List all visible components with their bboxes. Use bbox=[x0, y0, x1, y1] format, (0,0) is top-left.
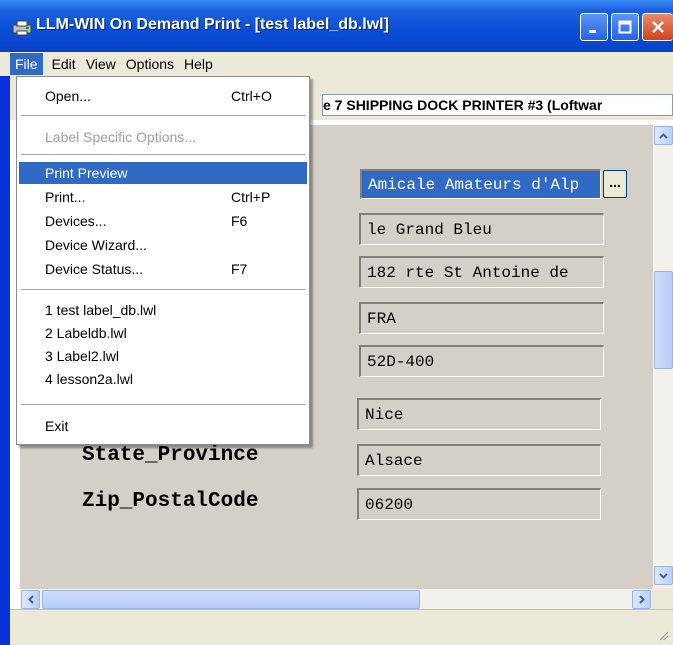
menu-item-recent-4[interactable]: 4 lesson2a.lwl bbox=[19, 368, 307, 390]
field-address-1[interactable]: le Grand Bleu bbox=[359, 213, 604, 245]
chevron-left-icon bbox=[27, 595, 34, 604]
field-state-province[interactable]: Alsace bbox=[357, 444, 601, 476]
menu-bar: File Edit View Options Help bbox=[0, 52, 673, 76]
chevron-up-icon bbox=[659, 132, 668, 139]
menu-separator bbox=[21, 404, 305, 405]
minimize-button[interactable] bbox=[580, 13, 608, 41]
field-address-2[interactable]: 182 rte St Antoine de bbox=[359, 256, 604, 288]
maximize-button[interactable] bbox=[611, 13, 639, 41]
menu-item-recent-1[interactable]: 1 test label_db.lwl bbox=[19, 299, 307, 321]
field-code[interactable]: 52D-400 bbox=[359, 345, 604, 377]
menu-help[interactable]: Help bbox=[179, 53, 218, 75]
menu-edit[interactable]: Edit bbox=[47, 53, 81, 75]
title-bar[interactable]: LLM-WIN On Demand Print - [test label_db… bbox=[0, 0, 673, 52]
printer-selector[interactable]: e 7 SHIPPING DOCK PRINTER #3 (Loftwar bbox=[322, 94, 673, 116]
field-zip-postalcode[interactable]: 06200 bbox=[357, 488, 601, 520]
label-state-province: State_Province bbox=[82, 444, 259, 467]
menu-item-print[interactable]: Print... Ctrl+P bbox=[19, 186, 307, 208]
menu-item-label: 3 Label2.lwl bbox=[45, 348, 119, 364]
application-window: LLM-WIN On Demand Print - [test label_db… bbox=[0, 0, 673, 645]
menu-separator bbox=[21, 154, 305, 155]
vertical-scrollbar[interactable] bbox=[652, 125, 673, 588]
resize-grip-icon[interactable] bbox=[657, 629, 669, 641]
menu-item-label: Devices... bbox=[45, 213, 107, 229]
menu-item-device-wizard[interactable]: Device Wizard... bbox=[19, 234, 307, 256]
menu-item-open[interactable]: Open... Ctrl+O bbox=[19, 85, 307, 107]
menu-item-shortcut: Ctrl+O bbox=[231, 88, 272, 104]
field-company[interactable]: Amicale Amateurs d'Alp bbox=[360, 169, 601, 199]
file-menu: Open... Ctrl+O Label Specific Options...… bbox=[16, 76, 310, 445]
close-icon bbox=[652, 21, 664, 33]
menu-item-label: Device Status... bbox=[45, 261, 144, 277]
menu-item-recent-3[interactable]: 3 Label2.lwl bbox=[19, 345, 307, 367]
scroll-left-button[interactable] bbox=[21, 590, 40, 609]
menu-item-label: 2 Labeldb.lwl bbox=[45, 325, 127, 341]
menu-file[interactable]: File bbox=[10, 53, 43, 75]
minimize-icon bbox=[589, 30, 596, 33]
browse-button[interactable]: ... bbox=[603, 170, 627, 198]
menu-item-label: 4 lesson2a.lwl bbox=[45, 371, 133, 387]
menu-item-label: Exit bbox=[45, 418, 69, 434]
label-zip-postalcode: Zip_PostalCode bbox=[82, 490, 259, 513]
window-title: LLM-WIN On Demand Print - [test label_db… bbox=[36, 16, 389, 33]
maximize-icon bbox=[618, 20, 632, 34]
status-bar bbox=[10, 609, 673, 645]
menu-item-device-status[interactable]: Device Status... F7 bbox=[19, 258, 307, 280]
vertical-scroll-thumb[interactable] bbox=[654, 271, 673, 369]
close-button[interactable] bbox=[642, 13, 673, 41]
scrollbar-corner bbox=[652, 588, 673, 609]
horizontal-scrollbar[interactable] bbox=[20, 588, 652, 609]
menu-item-shortcut: F6 bbox=[231, 213, 248, 229]
menu-item-label-specific-options: Label Specific Options... bbox=[19, 126, 307, 148]
menu-options[interactable]: Options bbox=[121, 53, 179, 75]
menu-item-label: Device Wizard... bbox=[45, 237, 147, 253]
menu-item-label: Print... bbox=[45, 189, 86, 205]
scroll-up-button[interactable] bbox=[654, 126, 673, 145]
menu-item-print-preview[interactable]: Print Preview bbox=[19, 162, 307, 184]
menu-item-shortcut: F7 bbox=[231, 261, 248, 277]
field-country[interactable]: FRA bbox=[359, 302, 604, 334]
menu-view[interactable]: View bbox=[81, 53, 121, 75]
window-left-border bbox=[0, 76, 10, 645]
printer-app-icon bbox=[12, 20, 32, 36]
chevron-right-icon bbox=[638, 595, 645, 604]
scroll-right-button[interactable] bbox=[632, 590, 651, 609]
menu-item-label: Label Specific Options... bbox=[45, 129, 196, 145]
menu-separator bbox=[21, 289, 305, 290]
chevron-down-icon bbox=[659, 572, 668, 579]
menu-item-exit[interactable]: Exit bbox=[19, 415, 307, 437]
menu-item-label: Print Preview bbox=[45, 165, 128, 181]
menu-item-recent-2[interactable]: 2 Labeldb.lwl bbox=[19, 322, 307, 344]
menu-item-label: 1 test label_db.lwl bbox=[45, 302, 157, 318]
menu-item-label: Open... bbox=[45, 88, 91, 104]
scroll-down-button[interactable] bbox=[654, 566, 673, 585]
menu-item-devices[interactable]: Devices... F6 bbox=[19, 210, 307, 232]
field-city[interactable]: Nice bbox=[357, 398, 601, 430]
horizontal-scroll-thumb[interactable] bbox=[42, 590, 420, 609]
menu-item-shortcut: Ctrl+P bbox=[231, 189, 271, 205]
menu-separator bbox=[21, 115, 305, 116]
